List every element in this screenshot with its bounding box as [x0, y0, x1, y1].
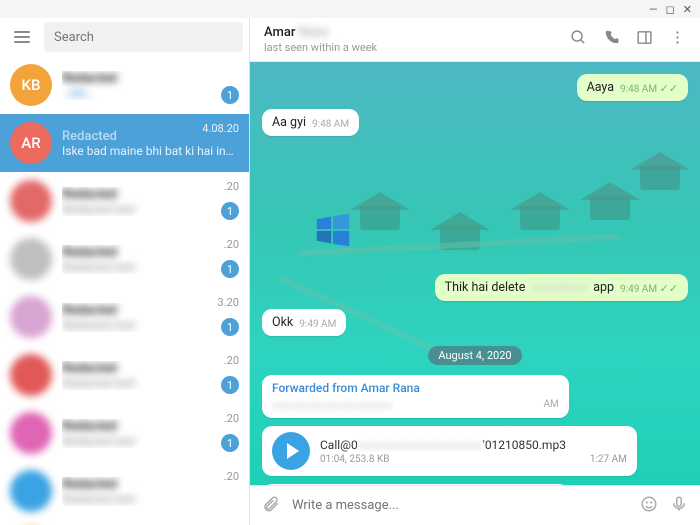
- unread-badge: 1: [221, 260, 239, 278]
- chat-item-name: Redacted: [62, 187, 239, 202]
- avatar: [10, 238, 52, 280]
- unread-badge: 1: [221, 376, 239, 394]
- message-area[interactable]: Aaya9:48 AM ✓✓ Aa gyi9:48 AM Thik hai de…: [250, 62, 700, 485]
- chat-list-item[interactable]: RedactedRedacted text .20 1: [0, 230, 249, 288]
- chat-item-name: Redacted: [62, 245, 239, 260]
- chat-item-preview: Redacted text: [62, 434, 239, 448]
- avatar: [10, 412, 52, 454]
- date-separator: August 4, 2020: [262, 346, 688, 365]
- sidebar-toggle-icon[interactable]: [636, 29, 653, 50]
- chat-item-name: Redacted: [62, 303, 239, 318]
- chat-list-item[interactable]: KB Redacted…ele...1: [0, 56, 249, 114]
- chat-list-item[interactable]: RedactedRedacted text .20: [0, 462, 249, 520]
- chat-item-date: 3.20: [218, 296, 239, 309]
- audio-message[interactable]: Call@0xxxxxxxxxxxxxxxxxxxxx'01210850.mp3…: [262, 426, 637, 476]
- avatar: AR: [10, 122, 52, 164]
- attach-icon[interactable]: [262, 495, 280, 517]
- chat-item-date: .20: [224, 238, 239, 251]
- main-panel: Amar Rana last seen within a week: [250, 18, 700, 525]
- window-close-button[interactable]: ✕: [683, 3, 692, 16]
- chat-list-item[interactable]: RedactedRedacted text .20 1: [0, 404, 249, 462]
- search-input[interactable]: [44, 22, 243, 52]
- unread-badge: 1: [221, 86, 239, 104]
- more-icon[interactable]: [669, 29, 686, 50]
- chat-item-date: .20: [224, 412, 239, 425]
- chat-list-item[interactable]: RedactedRedacted text .20 1: [0, 172, 249, 230]
- chat-list-item[interactable]: ARRedactedIske bad maine bhi bat ki hai …: [0, 114, 249, 172]
- message-bubble-out[interactable]: Thik hai deletexxxxxxxxxapp9:49 AM ✓✓: [435, 274, 688, 301]
- voice-icon[interactable]: [670, 495, 688, 517]
- search-icon[interactable]: [570, 29, 587, 50]
- menu-icon[interactable]: [6, 21, 38, 53]
- chat-item-preview: Redacted text: [62, 376, 239, 390]
- chat-item-date: .20: [224, 470, 239, 483]
- call-icon[interactable]: [603, 29, 620, 50]
- avatar: [10, 296, 52, 338]
- read-checks-icon: ✓✓: [660, 82, 678, 95]
- chat-item-name: Redacted: [62, 477, 239, 492]
- chat-item-preview: Redacted text: [62, 318, 239, 332]
- chat-list-item[interactable]: RedactedRedacted text .20 1: [0, 346, 249, 404]
- forwarded-message[interactable]: Forwarded from Amar Ranaxxxxxxxxxxxxxxxx…: [262, 375, 569, 418]
- window-maximize-button[interactable]: ◻: [666, 3, 675, 16]
- chat-list[interactable]: KBRedacted…ele...1ARRedactedIske bad mai…: [0, 56, 249, 525]
- chat-item-name: Redacted: [62, 71, 239, 86]
- message-bubble-in[interactable]: Okk9:49 AM: [262, 309, 346, 336]
- avatar: [10, 180, 52, 222]
- chat-header: Amar Rana last seen within a week: [250, 18, 700, 62]
- message-input[interactable]: [292, 498, 628, 513]
- chat-item-date: .20: [224, 180, 239, 193]
- chat-item-preview: Redacted text: [62, 492, 239, 506]
- chat-list-item[interactable]: RedactedRedacted text 3.20 1: [0, 288, 249, 346]
- forwarded-message[interactable]: Forwarded from Amar Rana: [262, 484, 569, 485]
- chat-list-item[interactable]: RedactedRedacted text: [0, 520, 249, 525]
- chat-item-preview: Redacted text: [62, 260, 239, 274]
- chat-status: last seen within a week: [264, 41, 570, 54]
- avatar: KB: [10, 64, 52, 106]
- window-titlebar: — ◻ ✕: [0, 0, 700, 18]
- message-bubble-out[interactable]: Aaya9:48 AM ✓✓: [577, 74, 688, 101]
- chat-item-preview: Iske bad maine bhi bat ki hai inke…: [62, 144, 239, 158]
- message-input-bar: [250, 485, 700, 525]
- window-minimize-button[interactable]: —: [649, 3, 658, 16]
- chat-item-preview: Redacted text: [62, 202, 239, 216]
- play-button[interactable]: [272, 432, 310, 470]
- chat-title: Amar Rana: [264, 25, 570, 40]
- unread-badge: 1: [221, 318, 239, 336]
- chat-item-preview: …ele...: [62, 86, 239, 100]
- emoji-icon[interactable]: [640, 495, 658, 517]
- unread-badge: 1: [221, 202, 239, 220]
- avatar: [10, 470, 52, 512]
- chat-item-date: 4.08.20: [202, 122, 239, 135]
- chat-item-name: Redacted: [62, 361, 239, 376]
- read-checks-icon: ✓✓: [660, 282, 678, 295]
- avatar: [10, 354, 52, 396]
- sidebar: KBRedacted…ele...1ARRedactedIske bad mai…: [0, 18, 250, 525]
- chat-item-date: .20: [224, 354, 239, 367]
- windows-logo-watermark: [315, 212, 351, 248]
- unread-badge: 1: [221, 434, 239, 452]
- message-bubble-in[interactable]: Aa gyi9:48 AM: [262, 109, 359, 136]
- chat-item-name: Redacted: [62, 419, 239, 434]
